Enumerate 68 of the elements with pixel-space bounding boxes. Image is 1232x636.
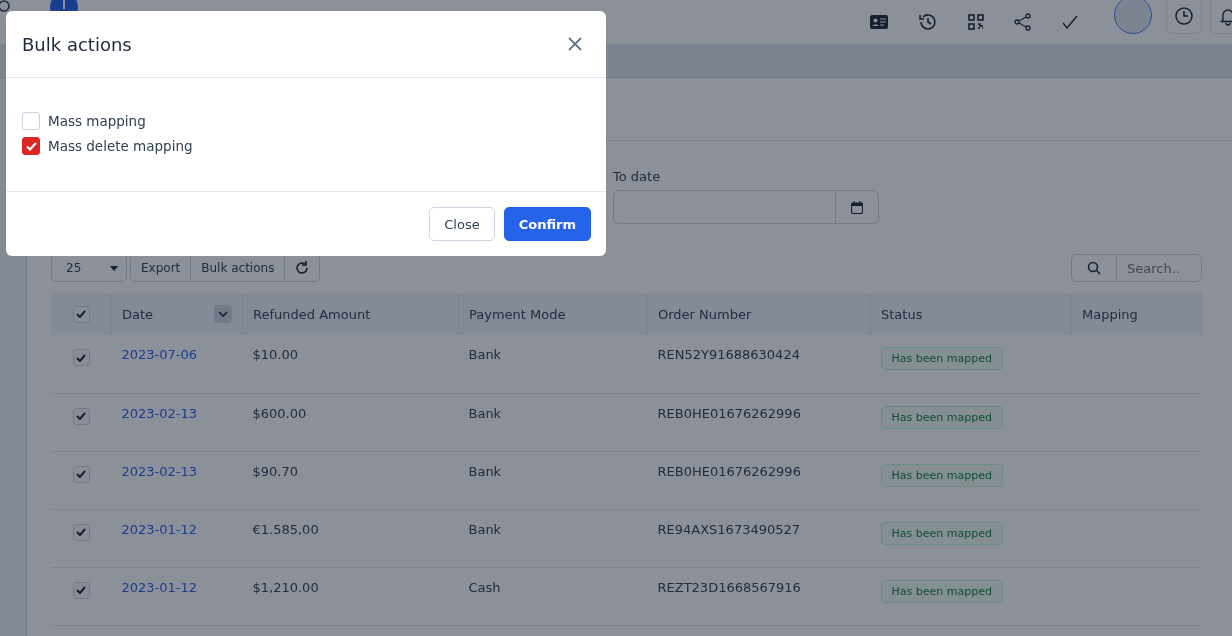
table-cell: Bank <box>458 393 648 451</box>
column-header: Order Number <box>647 293 871 335</box>
select-all-checkbox[interactable] <box>72 305 90 323</box>
table-cell: REB0HE01676262996 <box>647 393 871 451</box>
check-icon <box>76 310 86 318</box>
column-header: Payment Mode <box>458 293 648 335</box>
refresh-button[interactable] <box>284 254 321 282</box>
check-icon <box>76 528 87 536</box>
table-cell: RE94AXS1673490527 <box>647 509 871 567</box>
history-icon[interactable] <box>918 12 938 32</box>
clock-icon[interactable] <box>1174 6 1194 26</box>
row-checkbox[interactable] <box>72 581 90 599</box>
table-cell: REN52Y91688630424 <box>647 335 871 393</box>
column-header: Mapping <box>1071 293 1202 335</box>
check-icon <box>76 353 87 362</box>
check-icon <box>76 412 87 420</box>
calendar-icon[interactable] <box>851 200 863 214</box>
confirm-button[interactable]: Confirm <box>503 207 591 241</box>
close-icon <box>568 37 582 51</box>
table-cell: Bank <box>458 451 648 509</box>
checkbox[interactable] <box>22 137 40 155</box>
bell-icon[interactable] <box>1218 6 1232 26</box>
refresh-icon <box>295 261 310 275</box>
status-badge: Has been mapped <box>880 463 1003 487</box>
check-icon <box>76 586 87 594</box>
table-cell: Bank <box>458 509 648 567</box>
chevron-down-icon[interactable] <box>214 305 232 323</box>
column-header: Date <box>111 293 243 335</box>
checkbox-label: Mass delete mapping <box>48 138 193 154</box>
contact-card-icon[interactable] <box>870 15 888 29</box>
table-cell: €1.585,00 <box>242 509 459 567</box>
status-badge: Has been mapped <box>880 347 1003 370</box>
date-link[interactable]: 2023-07-06 <box>121 347 198 362</box>
table-cell: Cash <box>458 567 648 625</box>
caret-icon <box>110 265 118 271</box>
row-checkbox[interactable] <box>72 465 90 483</box>
dialog-title: Bulk actions <box>22 33 132 55</box>
to-date-field[interactable] <box>613 190 879 224</box>
column-header: Refunded Amount <box>242 293 459 335</box>
table-cell: REB0HE01676262996 <box>647 451 871 509</box>
check-icon[interactable] <box>1062 15 1078 29</box>
status-badge: Has been mapped <box>880 521 1003 545</box>
table-cell: $10.00 <box>242 335 459 393</box>
table-cell: Bank <box>458 335 648 393</box>
table-cell: REZT23D1668567916 <box>647 567 871 625</box>
qr-code-icon[interactable] <box>968 14 984 30</box>
check-icon <box>25 141 37 151</box>
page-size-select[interactable]: 25 <box>51 254 127 282</box>
checkbox-label: Mass mapping <box>48 113 146 129</box>
status-badge: Has been mapped <box>880 579 1003 603</box>
date-link[interactable]: 2023-01-12 <box>121 521 198 537</box>
column-header: Status <box>870 293 1072 335</box>
close-button[interactable]: Close <box>429 207 495 241</box>
table-cell: $1,210.00 <box>242 567 459 625</box>
date-link[interactable]: 2023-02-13 <box>121 463 198 479</box>
date-link[interactable]: 2023-01-12 <box>121 579 198 595</box>
row-checkbox[interactable] <box>72 407 90 425</box>
toolbar-button[interactable]: Export <box>130 254 192 282</box>
share-icon[interactable] <box>1014 13 1032 31</box>
date-link[interactable]: 2023-02-13 <box>121 405 198 421</box>
table-cell: $90.70 <box>242 451 459 509</box>
check-icon <box>76 470 87 478</box>
status-badge: Has been mapped <box>880 405 1003 429</box>
to-date-label: To date <box>613 169 662 184</box>
row-checkbox[interactable] <box>72 349 90 366</box>
row-checkbox[interactable] <box>72 523 90 541</box>
search-field[interactable]: Search.. <box>1117 254 1202 282</box>
table-cell: $600.00 <box>242 393 459 451</box>
